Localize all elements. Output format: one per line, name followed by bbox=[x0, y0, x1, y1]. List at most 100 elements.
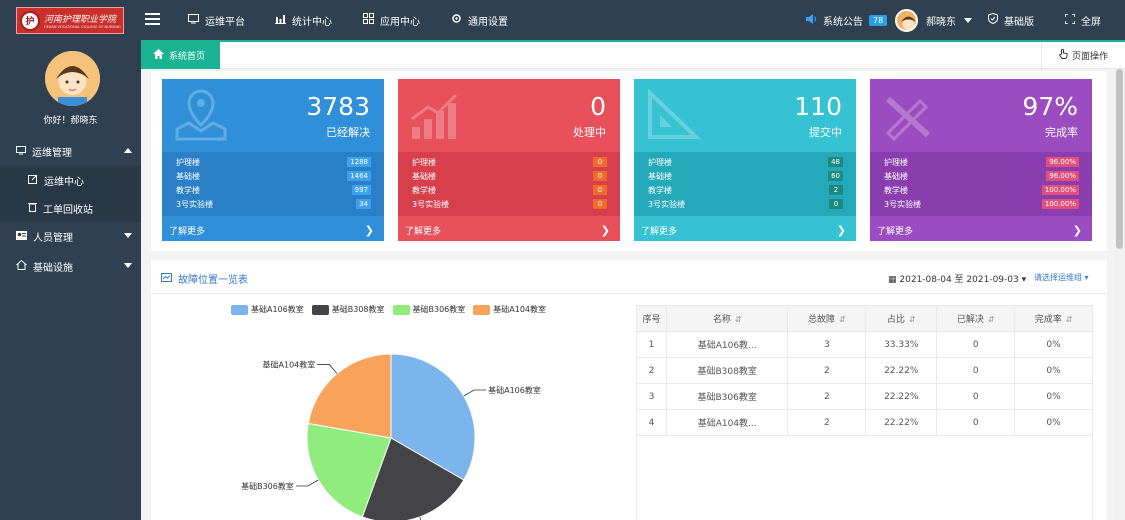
stat-card[interactable]: 0 处理中 护理楼 0 基础楼 0 教学楼 0 3号实验楼 0 了解更多 ❯ bbox=[398, 79, 620, 241]
user-menu[interactable]: 郝晓东 bbox=[926, 0, 972, 40]
stat-row: 基础楼 1464 bbox=[162, 169, 384, 183]
sidebar-item-ticket-recycle[interactable]: 工单回收站 bbox=[0, 194, 141, 222]
column-header: 序号 bbox=[636, 305, 667, 332]
stat-card[interactable]: 110 提交中 护理楼 48 基础楼 60 教学楼 2 3号实验楼 0 了解更多… bbox=[634, 79, 856, 241]
table-cell: 2 bbox=[787, 357, 867, 384]
menu-toggle-icon[interactable] bbox=[145, 13, 160, 25]
user-avatar[interactable] bbox=[895, 9, 918, 32]
stat-label: 处理中 bbox=[573, 126, 606, 139]
legend-item[interactable]: 基础B308教室 bbox=[311, 304, 385, 315]
topnav-label: 通用设置 bbox=[468, 16, 508, 28]
home-icon bbox=[153, 49, 164, 62]
legend-swatch bbox=[392, 304, 410, 315]
building-name: 教学楼 bbox=[412, 185, 436, 195]
stat-breakdown: 护理楼 0 基础楼 0 教学楼 0 3号实验楼 0 bbox=[398, 152, 620, 216]
vertical-scrollbar[interactable] bbox=[1114, 69, 1125, 520]
column-header[interactable]: 已解决 ⇵ bbox=[936, 305, 1016, 332]
stat-card[interactable]: 97% 完成率 护理楼 96.00% 基础楼 96.00% 教学楼 100.00… bbox=[870, 79, 1092, 241]
column-header[interactable]: 占比 ⇵ bbox=[865, 305, 938, 332]
fullscreen-button[interactable]: 全屏 bbox=[1064, 0, 1101, 40]
pie-label-connector bbox=[295, 479, 319, 487]
table-cell: 0 bbox=[936, 383, 1016, 410]
logo-subtitle: HENAN VOCATIONAL COLLEGE OF NURSING bbox=[44, 25, 121, 29]
monitor-icon bbox=[16, 145, 26, 158]
tab-label: 系统首页 bbox=[169, 52, 206, 62]
caret-down-icon bbox=[124, 263, 132, 268]
sidebar-item-ops-management[interactable]: 运维管理 bbox=[0, 137, 141, 165]
table-cell: 基础A106教... bbox=[665, 331, 789, 358]
table-row[interactable]: 3 基础B306教室 2 22.22% 0 0% bbox=[636, 383, 1093, 410]
table-row[interactable]: 1 基础A106教... 3 33.33% 0 0% bbox=[636, 331, 1093, 358]
pie-data-label: 基础A106教室 bbox=[488, 385, 541, 395]
stat-card-header: 97% 完成率 bbox=[870, 79, 1092, 151]
topnav-stats-center[interactable]: 统计中心 bbox=[275, 0, 332, 40]
speaker-icon bbox=[806, 13, 817, 27]
legend-item[interactable]: 基础B306教室 bbox=[392, 304, 465, 315]
stat-row: 护理楼 0 bbox=[398, 155, 620, 169]
legend-item[interactable]: 基础A104教室 bbox=[473, 304, 546, 315]
learn-more-link[interactable]: 了解更多 ❯ bbox=[398, 219, 620, 241]
building-value: 96.00% bbox=[1046, 171, 1079, 181]
table-empty-area bbox=[636, 435, 1093, 520]
notice-count-badge: 78 bbox=[869, 14, 888, 26]
table-row[interactable]: 4 基础A104教... 2 22.22% 0 0% bbox=[636, 409, 1093, 436]
building-name: 护理楼 bbox=[412, 157, 436, 167]
college-logo[interactable]: 护 河南护理职业学院 HENAN VOCATIONAL COLLEGE OF N… bbox=[16, 7, 124, 34]
table-cell: 4 bbox=[636, 409, 667, 436]
edition-badge[interactable]: 基础版 bbox=[988, 0, 1034, 40]
learn-more-label: 了解更多 bbox=[169, 226, 206, 237]
sidebar-item-ops-center[interactable]: 运维中心 bbox=[0, 166, 141, 194]
sort-icon: ⇵ bbox=[987, 315, 995, 324]
system-notice[interactable]: 系统公告 78 bbox=[806, 0, 888, 40]
building-value: 1464 bbox=[347, 171, 371, 181]
column-header-label: 名称 bbox=[712, 315, 731, 325]
sort-icon: ⇵ bbox=[838, 315, 846, 324]
building-value: 997 bbox=[351, 185, 371, 195]
building-value: 0 bbox=[593, 199, 607, 209]
learn-more-link[interactable]: 了解更多 ❯ bbox=[162, 219, 384, 241]
date-range-picker[interactable]: ▦ 2021-08-04 至 2021-09-03 ▾ bbox=[888, 272, 1026, 285]
learn-more-label: 了解更多 bbox=[641, 226, 678, 237]
table-cell: 2 bbox=[787, 383, 867, 410]
page-operations-button[interactable]: 页面操作 bbox=[1041, 42, 1125, 69]
profile-avatar[interactable] bbox=[45, 51, 100, 106]
stat-value: 97% bbox=[1022, 92, 1078, 121]
building-value: 100.00% bbox=[1041, 199, 1079, 209]
legend-swatch bbox=[473, 304, 491, 315]
stat-row: 教学楼 100.00% bbox=[870, 183, 1092, 197]
fullscreen-label: 全屏 bbox=[1081, 16, 1101, 28]
building-name: 3号实验楼 bbox=[648, 199, 686, 209]
column-header[interactable]: 名称 ⇵ bbox=[665, 305, 789, 332]
stat-row: 3号实验楼 100.00% bbox=[870, 197, 1092, 211]
legend-item[interactable]: 基础A106教室 bbox=[231, 304, 304, 315]
username: 郝晓东 bbox=[926, 16, 956, 28]
caret-up-icon bbox=[124, 148, 132, 153]
table-cell: 0% bbox=[1014, 357, 1093, 384]
users-icon bbox=[16, 230, 27, 243]
divider bbox=[151, 293, 1107, 294]
sidebar-item-label: 基础设施 bbox=[33, 262, 73, 274]
learn-more-link[interactable]: 了解更多 ❯ bbox=[634, 219, 856, 241]
table-cell: 0 bbox=[936, 331, 1016, 358]
sidebar-item-infrastructure[interactable]: 基础设施 bbox=[0, 252, 141, 280]
topnav-app-center[interactable]: 应用中心 bbox=[363, 0, 420, 40]
scrollbar-thumb[interactable] bbox=[1116, 69, 1123, 249]
column-header[interactable]: 总故障 ⇵ bbox=[787, 305, 867, 332]
shield-icon bbox=[988, 12, 998, 27]
topnav-ops-platform[interactable]: 运维平台 bbox=[188, 0, 245, 40]
pie-slice[interactable] bbox=[307, 353, 392, 439]
column-header-label: 已解决 bbox=[956, 315, 984, 325]
topnav-general-settings[interactable]: 通用设置 bbox=[451, 0, 508, 40]
tab-home[interactable]: 系统首页 bbox=[141, 42, 220, 69]
column-header-label: 序号 bbox=[642, 315, 661, 325]
table-cell: 2 bbox=[787, 409, 867, 436]
notice-label: 系统公告 bbox=[823, 16, 863, 28]
column-header[interactable]: 完成率 ⇵ bbox=[1014, 305, 1093, 332]
sidebar-item-personnel[interactable]: 人员管理 bbox=[0, 222, 141, 250]
ops-group-select[interactable]: 请选择运维组 ▾ bbox=[1034, 272, 1089, 283]
legend-swatch bbox=[231, 304, 248, 315]
stat-card[interactable]: 3783 已经解决 护理楼 1288 基础楼 1464 教学楼 997 3号实验… bbox=[162, 79, 384, 241]
learn-more-link[interactable]: 了解更多 ❯ bbox=[870, 219, 1092, 241]
building-value: 0 bbox=[593, 171, 607, 181]
table-row[interactable]: 2 基础B308教室 2 22.22% 0 0% bbox=[636, 357, 1093, 384]
